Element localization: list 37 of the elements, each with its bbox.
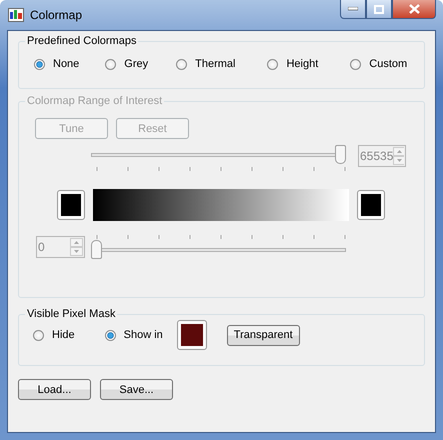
- action-button[interactable]: Save...: [100, 379, 173, 400]
- radio-label: Height: [286, 58, 318, 70]
- spinner-value: 65535: [360, 149, 394, 163]
- group-title: Visible Pixel Mask: [26, 308, 116, 320]
- radio-button[interactable]: [104, 330, 116, 340]
- radio-button[interactable]: [105, 58, 116, 70]
- radio-option[interactable]: Grey: [105, 58, 148, 70]
- close-icon: [408, 4, 420, 14]
- transparent-button[interactable]: Transparent: [226, 324, 300, 346]
- radio-option[interactable]: Hide: [33, 329, 75, 341]
- radio-button[interactable]: [34, 58, 45, 70]
- radio-label: Custom: [369, 58, 408, 70]
- radio-option[interactable]: Thermal: [176, 58, 236, 70]
- radio-button[interactable]: [33, 330, 44, 340]
- spinner-value: 0: [38, 240, 45, 254]
- radio-button[interactable]: [176, 58, 188, 70]
- radio-option[interactable]: Custom: [350, 58, 408, 70]
- maximize-button[interactable]: [366, 0, 392, 19]
- group-title: Colormap Range of Interest: [26, 95, 164, 107]
- radio-label: Thermal: [195, 58, 236, 70]
- radio-button[interactable]: [267, 58, 278, 70]
- radio-button[interactable]: [350, 58, 362, 70]
- radio-label: None: [53, 58, 80, 70]
- close-button[interactable]: [392, 0, 436, 19]
- group-title: Predefined Colormaps: [26, 35, 138, 47]
- app-icon: [8, 8, 24, 22]
- radio-option[interactable]: Show in: [104, 329, 163, 341]
- minimize-button[interactable]: [340, 0, 366, 19]
- radio-label: Grey: [124, 58, 148, 70]
- action-button[interactable]: Load...: [18, 379, 91, 400]
- radio-option[interactable]: None: [34, 58, 80, 70]
- window-title: Colormap: [30, 8, 82, 22]
- maximize-icon: [374, 4, 384, 14]
- radio-label: Show in: [124, 329, 163, 341]
- minimize-icon: [348, 7, 358, 11]
- radio-label: Hide: [52, 329, 75, 341]
- radio-option[interactable]: Height: [267, 58, 318, 70]
